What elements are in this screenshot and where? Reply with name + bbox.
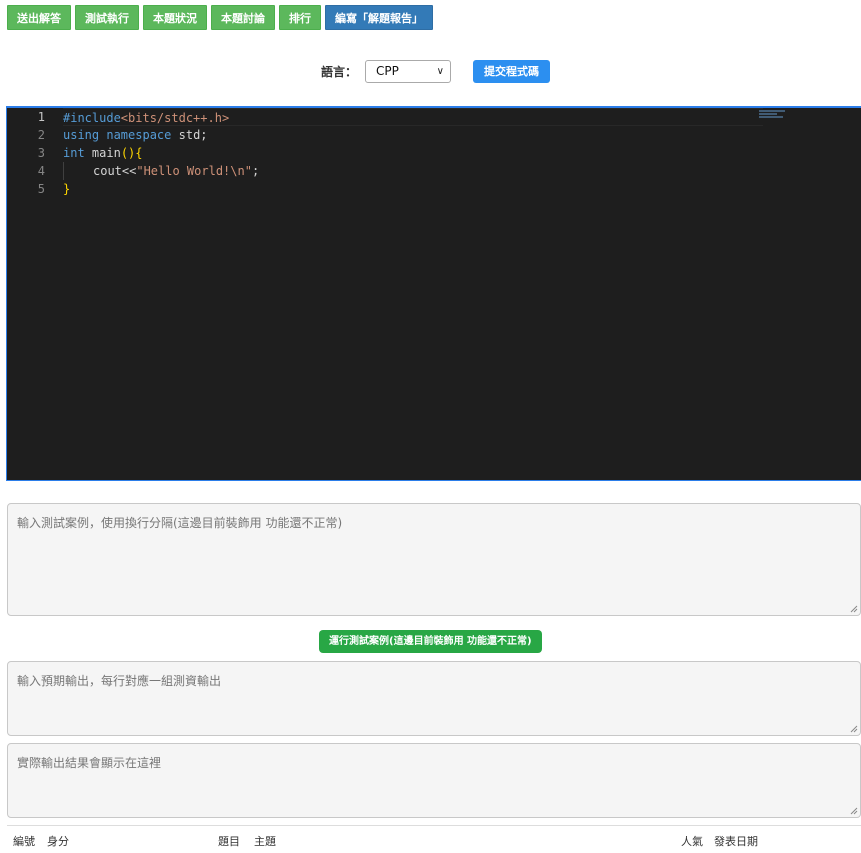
code-area[interactable]: #include<bits/stdc++.h> using namespace … bbox=[63, 108, 763, 198]
code-token-identifier: main bbox=[91, 146, 121, 160]
column-header-popularity: 人氣 bbox=[681, 835, 703, 848]
line-number-gutter: 1 2 3 4 5 bbox=[7, 108, 53, 198]
code-line: int main(){ bbox=[63, 144, 763, 162]
page: 送出解答 測試執行 本題狀況 本題討論 排行 編寫「解題報告」 語言： CPP … bbox=[0, 0, 861, 853]
column-header-id: 編號 bbox=[13, 835, 35, 848]
code-token-keyword: namespace bbox=[106, 128, 172, 142]
resize-grip-icon[interactable] bbox=[850, 605, 858, 613]
tab-problem-discussion[interactable]: 本題討論 bbox=[211, 5, 275, 30]
code-token-keyword: using bbox=[63, 128, 100, 142]
code-minimap[interactable] bbox=[759, 110, 789, 122]
tab-write-solution-report[interactable]: 編寫「解題報告」 bbox=[325, 5, 433, 30]
language-selected-value: CPP bbox=[376, 64, 399, 78]
column-header-topic: 主題 bbox=[254, 835, 276, 848]
tab-bar: 送出解答 測試執行 本題狀況 本題討論 排行 編寫「解題報告」 bbox=[7, 5, 433, 30]
line-number: 1 bbox=[37, 110, 45, 124]
actual-output-placeholder: 實際輸出結果會顯示在這裡 bbox=[17, 756, 162, 770]
code-editor[interactable]: 1 2 3 4 5 #include<bits/stdc++.h> using … bbox=[6, 106, 861, 481]
code-token-keyword: int bbox=[63, 146, 85, 160]
line-number: 5 bbox=[37, 182, 45, 196]
code-token-punct: ; bbox=[251, 164, 260, 178]
code-token-bracket: } bbox=[63, 182, 71, 196]
language-select[interactable]: CPP ∨ bbox=[365, 60, 451, 83]
line-number: 4 bbox=[37, 164, 45, 178]
language-label: 語言： bbox=[321, 65, 358, 79]
resize-grip-icon[interactable] bbox=[850, 725, 858, 733]
resize-grip-icon[interactable] bbox=[850, 807, 858, 815]
expected-output-placeholder: 輸入預期輸出，每行對應一組測資輸出 bbox=[17, 674, 222, 688]
column-header-post-date: 發表日期 bbox=[714, 835, 758, 848]
code-line: } bbox=[63, 180, 763, 198]
column-header-identity: 身分 bbox=[47, 835, 69, 848]
code-token-header: <bits/stdc++.h> bbox=[120, 111, 230, 125]
run-test-cases-button[interactable]: 運行測試案例(這邊目前裝飾用 功能還不正常) bbox=[319, 630, 542, 653]
language-row: 語言： CPP ∨ 提交程式碼 bbox=[0, 60, 861, 84]
expected-output-field[interactable]: 輸入預期輸出，每行對應一組測資輸出 bbox=[7, 661, 861, 736]
actual-output-field: 實際輸出結果會顯示在這裡 bbox=[7, 743, 861, 818]
code-line: #include<bits/stdc++.h> bbox=[63, 108, 763, 126]
code-line: cout<<"Hello World!\n"; bbox=[63, 162, 763, 180]
test-input-placeholder: 輸入測試案例，使用換行分隔(這邊目前裝飾用 功能還不正常) bbox=[17, 516, 343, 530]
column-header-problem: 題目 bbox=[218, 835, 240, 848]
code-token-bracket: (){ bbox=[120, 146, 143, 160]
tab-ranking[interactable]: 排行 bbox=[279, 5, 321, 30]
tab-submit-answer[interactable]: 送出解答 bbox=[7, 5, 71, 30]
chevron-down-icon: ∨ bbox=[436, 66, 444, 77]
code-token-preprocessor: #include bbox=[63, 111, 121, 125]
code-token-identifier: cout<< bbox=[93, 164, 137, 178]
code-token-identifier: std; bbox=[178, 128, 208, 142]
submit-code-button[interactable]: 提交程式碼 bbox=[473, 60, 550, 83]
tab-problem-status[interactable]: 本題狀況 bbox=[143, 5, 207, 30]
line-number: 2 bbox=[37, 128, 45, 142]
test-input-field[interactable]: 輸入測試案例，使用換行分隔(這邊目前裝飾用 功能還不正常) bbox=[7, 503, 861, 616]
tab-test-run[interactable]: 測試執行 bbox=[75, 5, 139, 30]
line-number: 3 bbox=[37, 146, 45, 160]
table-header-divider bbox=[7, 825, 861, 826]
code-line: using namespace std; bbox=[63, 126, 763, 144]
indent-guide bbox=[63, 162, 93, 180]
code-token-string: "Hello World!\n" bbox=[136, 164, 252, 178]
